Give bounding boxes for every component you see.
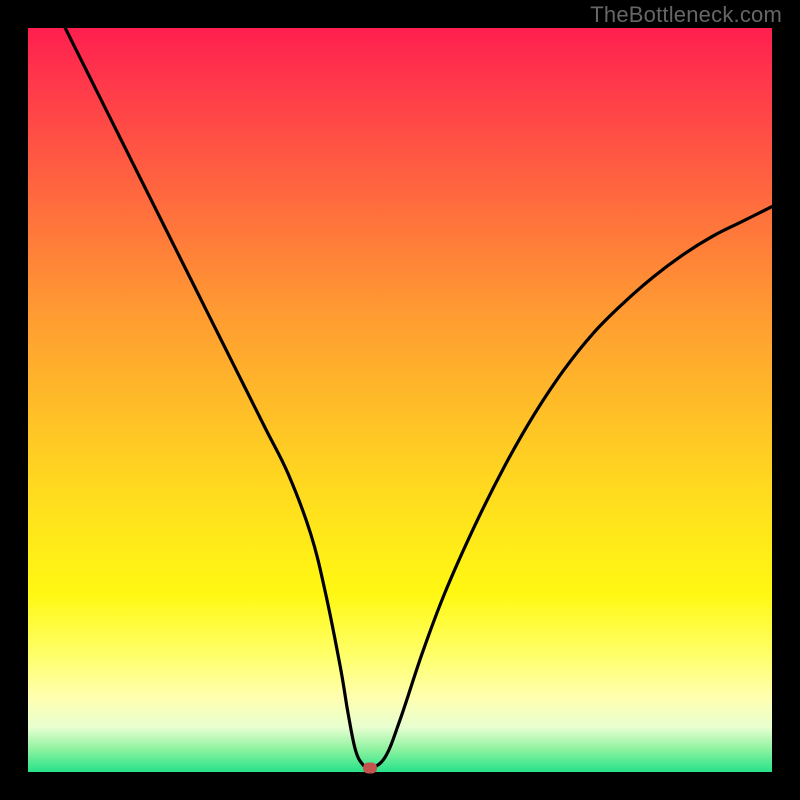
watermark-text: TheBottleneck.com <box>590 2 782 28</box>
outer-frame: TheBottleneck.com <box>0 0 800 800</box>
plot-area <box>28 28 772 772</box>
optimal-point-marker <box>363 763 377 774</box>
bottleneck-curve <box>28 28 772 772</box>
